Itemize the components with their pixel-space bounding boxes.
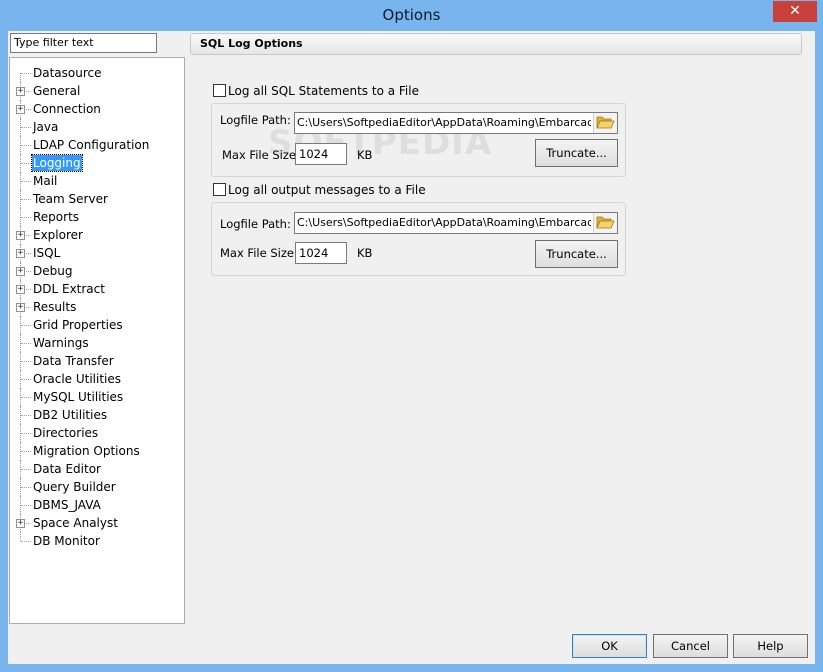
tree-item-isql[interactable]: + ISQL — [10, 244, 184, 262]
tree-item-reports[interactable]: Reports — [10, 208, 184, 226]
sql-log-group: Logfile Path: C:\Users\SoftpediaEditor\A… — [211, 103, 626, 177]
tree-item-label: Data Editor — [33, 462, 101, 476]
expand-icon[interactable]: + — [16, 105, 25, 114]
tree-item-label: Connection — [33, 102, 101, 116]
options-tree[interactable]: Datasource + General + Connection Java LDAP Co… — [9, 57, 185, 624]
output-logfile-path-input[interactable]: C:\Users\SoftpediaEditor\AppData\Roaming… — [294, 212, 618, 234]
ok-button[interactable]: OK — [572, 634, 647, 658]
tree-item-mysql-utilities[interactable]: MySQL Utilities — [10, 388, 184, 406]
tree-item-label: Directories — [33, 426, 99, 440]
tree-item-label: Team Server — [33, 192, 108, 206]
tree-item-java[interactable]: Java — [10, 118, 184, 136]
tree-item-label: DBMS_JAVA — [33, 498, 101, 512]
folder-open-icon — [596, 216, 615, 229]
close-icon: ✕ — [789, 3, 801, 19]
expand-icon[interactable]: + — [16, 87, 25, 96]
tree-item-label: Results — [33, 300, 77, 314]
tree-item-directories[interactable]: Directories — [10, 424, 184, 442]
sql-maxsize-input[interactable]: 1024 — [295, 143, 347, 165]
tree-item-warnings[interactable]: Warnings — [10, 334, 184, 352]
tree-item-data-editor[interactable]: Data Editor — [10, 460, 184, 478]
output-truncate-button[interactable]: Truncate... — [535, 240, 618, 268]
cancel-button[interactable]: Cancel — [653, 634, 728, 658]
tree-item-label: Grid Properties — [33, 318, 123, 332]
log-output-checkbox-label: Log all output messages to a File — [228, 183, 426, 197]
sql-logfile-label: Logfile Path: — [220, 113, 291, 127]
tree-item-dbms-java[interactable]: DBMS_JAVA — [10, 496, 184, 514]
folder-open-icon — [596, 116, 615, 129]
log-sql-checkbox-label: Log all SQL Statements to a File — [228, 84, 419, 98]
output-logfile-label: Logfile Path: — [220, 217, 291, 231]
sql-logfile-path-input[interactable]: C:\Users\SoftpediaEditor\AppData\Roaming… — [294, 112, 618, 134]
output-browse-folder-button[interactable] — [593, 213, 617, 233]
tree-item-migration-options[interactable]: Migration Options — [10, 442, 184, 460]
output-maxsize-label: Max File Size: — [220, 246, 298, 260]
expand-icon[interactable]: + — [16, 519, 25, 528]
tree-item-db-monitor[interactable]: DB Monitor — [10, 532, 184, 550]
tree-item-team-server[interactable]: Team Server — [10, 190, 184, 208]
tree-item-label: Data Transfer — [33, 354, 114, 368]
output-size-unit: KB — [357, 246, 373, 260]
tree-item-logging[interactable]: Logging — [10, 154, 184, 172]
tree-item-label: Mail — [33, 174, 58, 188]
tree-item-label: Migration Options — [33, 444, 140, 458]
tree-item-label: Warnings — [33, 336, 89, 350]
tree-item-label: DB2 Utilities — [33, 408, 108, 422]
tree-item-grid-properties[interactable]: Grid Properties — [10, 316, 184, 334]
tree-item-oracle-utilities[interactable]: Oracle Utilities — [10, 370, 184, 388]
tree-item-label: DB Monitor — [33, 534, 100, 548]
close-button[interactable]: ✕ — [773, 1, 817, 22]
tree-item-results[interactable]: + Results — [10, 298, 184, 316]
tree-item-label: DDL Extract — [33, 282, 105, 296]
dialog-client-area: Type filter text Datasource + General + Conn… — [8, 31, 815, 664]
expand-icon[interactable]: + — [16, 249, 25, 258]
tree-item-label: LDAP Configuration — [33, 138, 150, 152]
tree-item-ldap-configuration[interactable]: LDAP Configuration — [10, 136, 184, 154]
tree-item-ddl-extract[interactable]: + DDL Extract — [10, 280, 184, 298]
options-window: Options ✕ Type filter text Datasource + Ge… — [0, 0, 823, 672]
output-log-group: Logfile Path: C:\Users\SoftpediaEditor\A… — [211, 202, 626, 276]
sql-maxsize-label: Max File Size: — [222, 148, 300, 162]
log-output-checkbox[interactable] — [213, 183, 226, 196]
output-maxsize-input[interactable]: 1024 — [295, 242, 347, 264]
filter-input[interactable]: Type filter text — [10, 33, 157, 53]
tree-item-connection[interactable]: + Connection — [10, 100, 184, 118]
expand-icon[interactable]: + — [16, 231, 25, 240]
tree-item-datasource[interactable]: Datasource — [10, 64, 184, 82]
tree-item-debug[interactable]: + Debug — [10, 262, 184, 280]
tree-item-label: Explorer — [33, 228, 83, 242]
tree-item-general[interactable]: + General — [10, 82, 184, 100]
tree-item-label: Logging — [31, 154, 83, 172]
tree-item-label: MySQL Utilities — [33, 390, 124, 404]
tree-item-space-analyst[interactable]: + Space Analyst — [10, 514, 184, 532]
tree-item-label: Oracle Utilities — [33, 372, 122, 386]
tree-item-query-builder[interactable]: Query Builder — [10, 478, 184, 496]
tree-item-label: ISQL — [33, 246, 61, 260]
tree-item-label: Datasource — [33, 66, 102, 80]
expand-icon[interactable]: + — [16, 285, 25, 294]
tree-item-explorer[interactable]: + Explorer — [10, 226, 184, 244]
expand-icon[interactable]: + — [16, 267, 25, 276]
tree-item-label: General — [33, 84, 81, 98]
tree-item-db2-utilities[interactable]: DB2 Utilities — [10, 406, 184, 424]
sql-truncate-button[interactable]: Truncate... — [535, 139, 618, 167]
tree-item-label: Space Analyst — [33, 516, 118, 530]
expand-icon[interactable]: + — [16, 303, 25, 312]
tree-item-label: Debug — [33, 264, 73, 278]
tree-item-label: Query Builder — [33, 480, 116, 494]
panel-header: SQL Log Options — [190, 33, 802, 55]
help-button[interactable]: Help — [733, 634, 808, 658]
window-title: Options — [382, 6, 441, 24]
sql-browse-folder-button[interactable] — [593, 113, 617, 133]
tree-item-label: Reports — [33, 210, 80, 224]
dialog-footer: OK Cancel Help — [8, 624, 815, 664]
log-sql-checkbox[interactable] — [213, 84, 226, 97]
tree-item-mail[interactable]: Mail — [10, 172, 184, 190]
title-bar[interactable]: Options ✕ — [0, 0, 823, 31]
tree-item-label: Java — [33, 120, 59, 134]
tree-item-data-transfer[interactable]: Data Transfer — [10, 352, 184, 370]
sql-size-unit: KB — [357, 148, 373, 162]
